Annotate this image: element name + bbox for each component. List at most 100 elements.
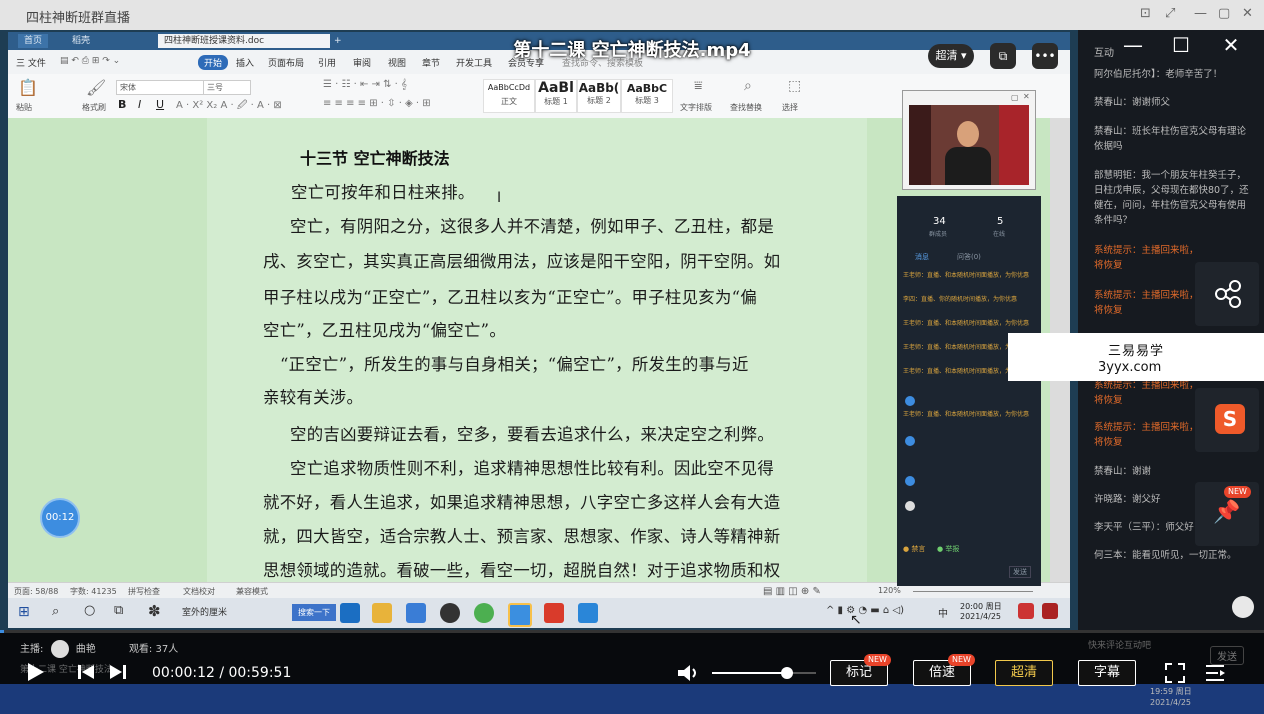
pin-icon[interactable]: ⊡: [1140, 6, 1151, 21]
xbox-icon[interactable]: [440, 603, 460, 623]
progress-track[interactable]: [0, 630, 1264, 633]
underline-button[interactable]: U: [156, 98, 164, 111]
minimize-icon[interactable]: —: [1118, 30, 1148, 60]
webcam-maximize-icon[interactable]: ▢: [1011, 93, 1019, 102]
sogou-ime-button[interactable]: S: [1195, 388, 1259, 452]
cortana-icon[interactable]: ○: [84, 603, 95, 618]
doc-proof[interactable]: 文档校对: [183, 586, 215, 597]
fullscreen-icon[interactable]: ⤢: [1165, 6, 1175, 21]
windows-start-icon[interactable]: ⊞: [18, 604, 30, 620]
volume-icon[interactable]: [676, 662, 702, 684]
pip-icon[interactable]: ⧉: [990, 43, 1016, 69]
paste-label[interactable]: 粘贴: [16, 102, 32, 113]
report-toggle[interactable]: ● 举报: [937, 544, 959, 554]
menu-file[interactable]: 三 文件: [16, 56, 46, 69]
text-layout-label[interactable]: 文字排版: [680, 102, 712, 113]
user-avatar[interactable]: [1232, 596, 1254, 618]
text-layout-icon[interactable]: ⩸: [694, 78, 703, 94]
menu-layout[interactable]: 页面布局: [268, 56, 304, 69]
quality-label: 超清: [935, 49, 958, 62]
style-normal[interactable]: AaBbCcDd 正文: [483, 79, 535, 113]
spell-check[interactable]: 拼写检查: [128, 586, 160, 597]
taskbar-clock-time: 20:00 周日: [960, 602, 1002, 611]
task-view-icon[interactable]: ⧉: [114, 603, 123, 618]
restore-icon[interactable]: ▢: [1218, 6, 1230, 21]
search-icon[interactable]: ⌕: [52, 604, 59, 619]
close-icon[interactable]: ✕: [1242, 6, 1253, 21]
tab-qa[interactable]: 问答(0): [957, 252, 981, 262]
tab-home[interactable]: 首页: [18, 34, 49, 48]
share-button[interactable]: [1195, 262, 1259, 326]
style-heading1[interactable]: AaBl 标题 1: [535, 79, 577, 113]
menu-reference[interactable]: 引用: [318, 56, 336, 69]
video-app-icon[interactable]: [578, 603, 598, 623]
menu-insert[interactable]: 插入: [236, 56, 254, 69]
menu-review[interactable]: 审阅: [353, 56, 371, 69]
subtitle-button[interactable]: 字幕: [1078, 660, 1136, 686]
select-label[interactable]: 选择: [782, 102, 798, 113]
tab-document[interactable]: 四柱神断班授课资料.doc: [158, 34, 330, 48]
ie-icon[interactable]: [474, 603, 494, 623]
bold-button[interactable]: B: [118, 98, 126, 111]
watermark-url: 3yyx.com: [1098, 360, 1162, 375]
font-name-select[interactable]: 宋体: [116, 80, 204, 95]
find-icon[interactable]: ⌕: [744, 78, 752, 94]
webcam-close-icon[interactable]: ✕: [1023, 92, 1030, 101]
close-icon[interactable]: ✕: [1216, 30, 1246, 60]
format-painter-label[interactable]: 格式刷: [82, 102, 106, 113]
fan-app-icon[interactable]: ✽: [148, 602, 161, 620]
find-replace-label[interactable]: 查找替换: [730, 102, 762, 113]
volume-slider[interactable]: [712, 667, 816, 679]
menu-start[interactable]: 开始: [198, 55, 229, 70]
italic-button[interactable]: I: [138, 98, 141, 111]
maximize-icon[interactable]: ☐: [1166, 30, 1196, 60]
tray-icons[interactable]: ^ ▮ ⚙ ◔ ▬ ⌂ ◁): [826, 605, 904, 616]
quick-access-icons[interactable]: ▤ ↶ ⎙ ⊞ ↷ ⌄: [60, 56, 120, 66]
wps-icon[interactable]: [544, 603, 564, 623]
share-icon: [1215, 280, 1241, 308]
edge-icon[interactable]: [340, 603, 360, 623]
zoom-slider[interactable]: [913, 591, 1033, 592]
webcam-view[interactable]: ▢ ✕: [902, 90, 1036, 190]
paste-icon[interactable]: 📋: [18, 78, 38, 97]
more-icon[interactable]: •••: [1032, 43, 1058, 69]
align-icons[interactable]: ≡ ≡ ≡ ≡ ⊞ · ⇳ · ◈ · ⊞: [323, 98, 431, 109]
fullscreen-icon[interactable]: [1164, 662, 1186, 684]
style-heading2[interactable]: AaBb( 标题 2: [577, 79, 621, 113]
previous-icon[interactable]: [76, 662, 96, 682]
play-icon[interactable]: [24, 661, 46, 683]
list-icons[interactable]: ☰ · ☷ · ⇤ ⇥ ⇅ · 𝄞: [323, 79, 407, 90]
tab-messages[interactable]: 消息: [915, 252, 929, 262]
format-painter-icon[interactable]: 🖌: [86, 78, 106, 97]
stream-chat-panel: 34 群成员 5 在线 消息 问答(0) 王老师：直播、和本随机时间面播放，为你…: [897, 196, 1041, 586]
doc-line: 空亡”，乙丑柱见戌为“偏空亡”。: [263, 321, 507, 340]
playlist-icon[interactable]: [1204, 662, 1226, 684]
host-avatar[interactable]: [50, 640, 69, 658]
font-size-select[interactable]: 三号: [203, 80, 251, 95]
timer-bubble[interactable]: 00:12: [40, 498, 80, 538]
taskbar-search-button[interactable]: 搜索一下: [292, 604, 336, 621]
next-icon[interactable]: [108, 662, 128, 682]
ime-indicator[interactable]: 中: [938, 605, 948, 620]
live-app-icon[interactable]: [508, 603, 532, 627]
video-title: 第十二课 空亡神断技法.mp4: [513, 40, 751, 61]
view-mode-icons[interactable]: ▤ ▥ ◫ ⊕ ✎: [763, 586, 821, 597]
volume-knob[interactable]: [780, 667, 793, 679]
new-tab-icon[interactable]: +: [328, 34, 348, 48]
quality-button[interactable]: 超清: [995, 660, 1053, 686]
mute-toggle[interactable]: ● 禁言: [903, 544, 925, 554]
taskbar-window-label[interactable]: 室外的厘米: [182, 605, 227, 618]
sogou-icon: S: [1215, 404, 1245, 434]
font-format-icons[interactable]: A · X² X₂ A · 🖉 · A · ⊠: [176, 98, 282, 115]
mail-icon[interactable]: [406, 603, 426, 623]
style-heading3[interactable]: AaBbC 标题 3: [621, 79, 673, 113]
comment-input[interactable]: 快来评论互动吧: [1088, 638, 1151, 651]
minimize-icon[interactable]: —: [1194, 6, 1207, 21]
action-center-icon[interactable]: [1042, 603, 1058, 619]
tab-daoke[interactable]: 稻壳: [66, 34, 96, 48]
notification-icon[interactable]: [1018, 603, 1034, 619]
file-explorer-icon[interactable]: [372, 603, 392, 623]
select-icon[interactable]: ⬚: [788, 78, 801, 94]
chat-send-button[interactable]: 发送: [1009, 566, 1031, 578]
quality-dropdown[interactable]: 超清 ▾: [928, 44, 974, 68]
